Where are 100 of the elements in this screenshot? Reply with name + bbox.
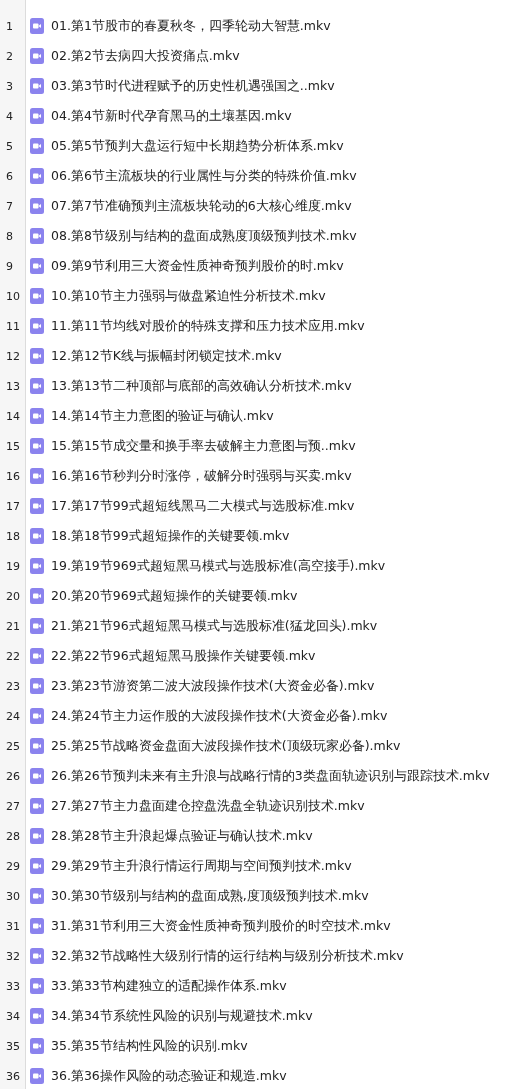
video-file-icon	[30, 768, 44, 784]
file-name[interactable]: 13.第13节二种顶部与底部的高效确认分析技术.mkv	[51, 377, 352, 395]
file-name[interactable]: 34.第34节系统性风险的识别与规避技术.mkv	[51, 1007, 313, 1025]
video-file-icon	[30, 618, 44, 634]
row-number: 23	[5, 679, 21, 693]
file-name[interactable]: 22.第22节96式超短黑马股操作关键要领.mkv	[51, 647, 316, 665]
row-number: 21	[5, 619, 21, 633]
row-number: 24	[5, 709, 21, 723]
file-name[interactable]: 33.第33节构建独立的适配操作体系.mkv	[51, 977, 287, 995]
file-name[interactable]: 25.第25节战略资金盘面大波段操作技术(顶级玩家必备).mkv	[51, 737, 401, 755]
file-name[interactable]: 11.第11节均线对股价的特殊支撑和压力技术应用.mkv	[51, 317, 365, 335]
file-name[interactable]: 19.第19节969式超短黑马模式与选股标准(高空接手).mkv	[51, 557, 386, 575]
row-number: 20	[5, 589, 21, 603]
file-name[interactable]: 36.第36操作风险的动态验证和规造.mkv	[51, 1067, 287, 1085]
row-number: 35	[5, 1039, 21, 1053]
video-file-icon	[30, 78, 44, 94]
file-name[interactable]: 14.第14节主力意图的验证与确认.mkv	[51, 407, 274, 425]
video-file-icon	[30, 1038, 44, 1054]
row-number: 5	[5, 139, 14, 153]
video-file-icon	[30, 978, 44, 994]
row-number: 4	[5, 109, 14, 123]
row-number: 9	[5, 259, 14, 273]
video-file-icon	[30, 948, 44, 964]
video-file-icon	[30, 408, 44, 424]
row-number: 22	[5, 649, 21, 663]
row-number: 29	[5, 859, 21, 873]
row-number: 17	[5, 499, 21, 513]
video-file-icon	[30, 378, 44, 394]
video-file-icon	[30, 738, 44, 754]
file-name[interactable]: 10.第10节主力强弱与做盘紧迫性分析技术.mkv	[51, 287, 326, 305]
video-file-icon	[30, 198, 44, 214]
video-file-icon	[30, 918, 44, 934]
row-number: 18	[5, 529, 21, 543]
row-number: 12	[5, 349, 21, 363]
row-number: 1	[5, 19, 14, 33]
file-name[interactable]: 28.第28节主升浪起爆点验证与确认技术.mkv	[51, 827, 313, 845]
video-file-icon	[30, 828, 44, 844]
row-number: 3	[5, 79, 14, 93]
file-name[interactable]: 29.第29节主升浪行情运行周期与空间预判技术.mkv	[51, 857, 352, 875]
row-number: 8	[5, 229, 14, 243]
row-number: 34	[5, 1009, 21, 1023]
file-name[interactable]: 16.第16节秒判分时涨停，破解分时强弱与买卖.mkv	[51, 467, 352, 485]
row-number: 27	[5, 799, 21, 813]
row-number: 36	[5, 1069, 21, 1083]
file-name[interactable]: 32.第32节战略性大级别行情的运行结构与级别分析技术.mkv	[51, 947, 404, 965]
row-number: 30	[5, 889, 21, 903]
row-number: 10	[5, 289, 21, 303]
file-name[interactable]: 18.第18节99式超短操作的关键要领.mkv	[51, 527, 290, 545]
file-name[interactable]: 21.第21节96式超短黑马模式与选股标准(猛龙回头).mkv	[51, 617, 378, 635]
video-file-icon	[30, 138, 44, 154]
file-name[interactable]: 35.第35节结构性风险的识别.mkv	[51, 1037, 248, 1055]
row-number: 26	[5, 769, 21, 783]
file-name[interactable]: 26.第26节预判未来有主升浪与战略行情的3类盘面轨迹识别与跟踪技术.mkv	[51, 767, 490, 785]
video-file-icon	[30, 228, 44, 244]
row-number: 25	[5, 739, 21, 753]
video-file-icon	[30, 438, 44, 454]
file-name[interactable]: 23.第23节游资第二波大波段操作技术(大资金必备).mkv	[51, 677, 375, 695]
row-number: 28	[5, 829, 21, 843]
file-name[interactable]: 24.第24节主力运作股的大波段操作技术(大资金必备).mkv	[51, 707, 388, 725]
file-name[interactable]: 09.第9节利用三大资金性质神奇预判股价的时.mkv	[51, 257, 344, 275]
row-number: 15	[5, 439, 21, 453]
file-name[interactable]: 03.第3节时代进程赋予的历史性机遇强国之..mkv	[51, 77, 335, 95]
video-file-icon	[30, 18, 44, 34]
video-file-icon	[30, 288, 44, 304]
file-name[interactable]: 27.第27节主力盘面建仓控盘洗盘全轨迹识别技术.mkv	[51, 797, 365, 815]
file-name[interactable]: 07.第7节准确预判主流板块轮动的6大核心维度.mkv	[51, 197, 352, 215]
file-name[interactable]: 12.第12节K线与振幅封闭锁定技术.mkv	[51, 347, 282, 365]
row-number: 7	[5, 199, 14, 213]
video-file-icon	[30, 858, 44, 874]
row-number: 32	[5, 949, 21, 963]
video-file-icon	[30, 1008, 44, 1024]
video-file-icon	[30, 498, 44, 514]
video-file-icon	[30, 678, 44, 694]
row-number: 14	[5, 409, 21, 423]
file-name[interactable]: 04.第4节新时代孕育黑马的土壤基因.mkv	[51, 107, 292, 125]
file-name[interactable]: 30.第30节级别与结构的盘面成熟,度顶级预判技术.mkv	[51, 887, 369, 905]
file-name[interactable]: 08.第8节级别与结构的盘面成熟度顶级预判技术.mkv	[51, 227, 357, 245]
video-file-icon	[30, 888, 44, 904]
file-name[interactable]: 15.第15节成交量和换手率去破解主力意图与预..mkv	[51, 437, 356, 455]
row-number: 16	[5, 469, 21, 483]
video-file-icon	[30, 48, 44, 64]
video-file-icon	[30, 468, 44, 484]
file-name[interactable]: 05.第5节预判大盘运行短中长期趋势分析体系.mkv	[51, 137, 344, 155]
file-name[interactable]: 17.第17节99式超短线黑马二大模式与选股标准.mkv	[51, 497, 355, 515]
file-name[interactable]: 20.第20节969式超短操作的关键要领.mkv	[51, 587, 298, 605]
video-file-icon	[30, 318, 44, 334]
row-number: 31	[5, 919, 21, 933]
row-number: 33	[5, 979, 21, 993]
video-file-icon	[30, 348, 44, 364]
video-file-icon	[30, 168, 44, 184]
file-name[interactable]: 31.第31节利用三大资金性质神奇预判股价的时空技术.mkv	[51, 917, 391, 935]
video-file-icon	[30, 258, 44, 274]
video-file-icon	[30, 1068, 44, 1084]
file-name[interactable]: 06.第6节主流板块的行业属性与分类的特殊价值.mkv	[51, 167, 357, 185]
file-name[interactable]: 01.第1节股市的春夏秋冬，四季轮动大智慧.mkv	[51, 17, 331, 35]
file-name[interactable]: 02.第2节去病四大投资痛点.mkv	[51, 47, 240, 65]
row-number: 11	[5, 319, 21, 333]
row-number: 2	[5, 49, 14, 63]
video-file-icon	[30, 528, 44, 544]
row-number: 13	[5, 379, 21, 393]
